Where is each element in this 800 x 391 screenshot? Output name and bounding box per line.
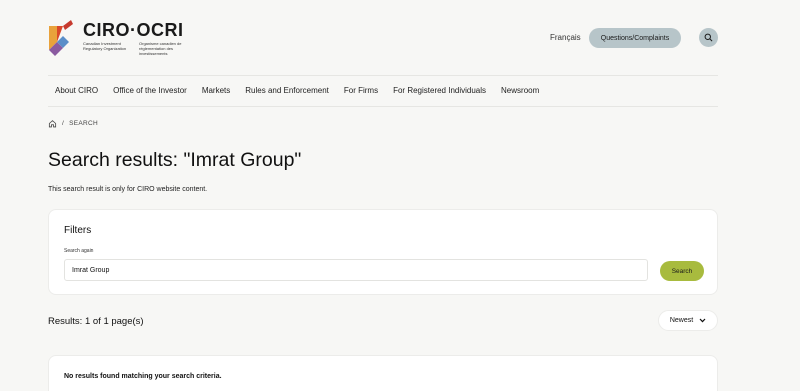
logo-sub-french: Organisme canadien de réglementation des… — [139, 41, 182, 56]
breadcrumb-current: SEARCH — [69, 120, 98, 127]
header-divider — [48, 75, 718, 76]
search-again-label: Search again — [64, 248, 94, 254]
filters-card: Filters Search again Imrat Group Search — [48, 209, 718, 295]
logo-sub-english: Canadian Investment Regulatory Organizat… — [83, 41, 127, 51]
main-nav: About CIRO Office of the Investor Market… — [55, 86, 554, 95]
search-input[interactable]: Imrat Group — [64, 259, 648, 281]
no-results-message: No results found matching your search cr… — [64, 373, 222, 380]
nav-item-markets[interactable]: Markets — [202, 86, 230, 95]
results-card: No results found matching your search cr… — [48, 355, 718, 391]
breadcrumb: / SEARCH — [48, 119, 98, 128]
questions-complaints-button[interactable]: Questions/Complaints — [589, 28, 681, 48]
nav-item-newsroom[interactable]: Newsroom — [501, 86, 539, 95]
nav-item-for-firms[interactable]: For Firms — [344, 86, 378, 95]
filters-title: Filters — [64, 225, 92, 236]
sort-dropdown[interactable]: Newest — [658, 310, 718, 331]
search-icon — [704, 33, 713, 42]
ciro-logo-mark-icon — [49, 20, 73, 56]
search-button[interactable]: Search — [660, 261, 704, 281]
nav-item-office-of-the-investor[interactable]: Office of the Investor — [113, 86, 187, 95]
page-subtitle: This search result is only for CIRO webs… — [48, 186, 208, 193]
sort-value: Newest — [669, 317, 694, 324]
nav-item-rules-and-enforcement[interactable]: Rules and Enforcement — [245, 86, 329, 95]
nav-item-about-ciro[interactable]: About CIRO — [55, 86, 98, 95]
site-header: CIRO·OCRI Canadian Investment Regulatory… — [0, 0, 800, 75]
ciro-logo[interactable]: CIRO·OCRI Canadian Investment Regulatory… — [47, 20, 185, 56]
page-title: Search results: "Imrat Group" — [48, 149, 302, 171]
language-toggle-link[interactable]: Français — [550, 33, 581, 42]
home-icon[interactable] — [48, 119, 57, 128]
results-count: Results: 1 of 1 page(s) — [48, 316, 144, 327]
nav-divider — [48, 106, 718, 107]
breadcrumb-separator: / — [62, 120, 65, 127]
header-search-button[interactable] — [699, 28, 718, 47]
chevron-down-icon — [699, 318, 706, 323]
logo-name: CIRO·OCRI — [83, 20, 184, 40]
nav-item-for-registered-individuals[interactable]: For Registered Individuals — [393, 86, 486, 95]
